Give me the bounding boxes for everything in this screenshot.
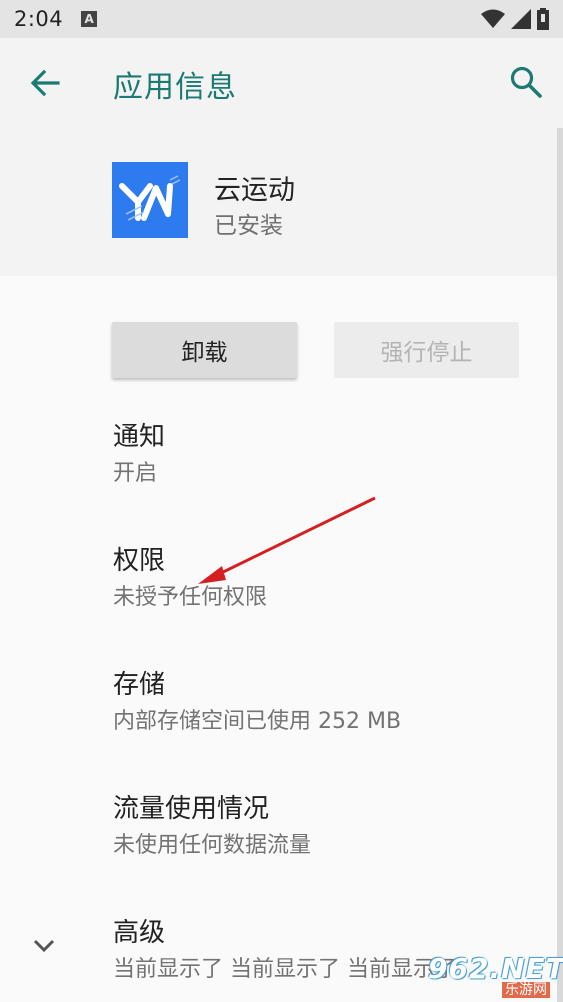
settings-item-permissions[interactable]: 权限 未授予任何权限 (113, 544, 267, 614)
force-stop-button[interactable]: 强行停止 (334, 322, 519, 378)
app-install-status: 已安装 (214, 213, 283, 239)
battery-icon (537, 8, 549, 30)
back-arrow-icon[interactable] (28, 66, 62, 100)
settings-item-advanced[interactable]: 高级 当前显示了 当前显示了 当前显示了 (113, 916, 457, 986)
setting-title: 高级 (113, 918, 166, 948)
status-icons (481, 8, 549, 30)
app-info-content: 卸载 强行停止 通知 开启 权限 未授予任何权限 存储 内部存储空间已使用 25… (0, 276, 557, 1002)
setting-summary: 开启 (113, 461, 158, 486)
page-title: 应用信息 (113, 70, 237, 105)
app-logo-icon (112, 162, 188, 238)
setting-summary: 未使用任何数据流量 (113, 833, 312, 858)
notification-a-icon: A (81, 11, 98, 27)
chevron-down-icon[interactable] (30, 936, 58, 956)
settings-item-notifications[interactable]: 通知 开启 (113, 420, 165, 490)
app-bar: 应用信息 (0, 38, 563, 128)
scrollbar[interactable] (557, 128, 563, 1002)
setting-summary: 内部存储空间已使用 252 MB (113, 709, 402, 734)
watermark-logo: 962.NET 乐游网 (428, 952, 563, 1000)
setting-summary: 未授予任何权限 (113, 585, 268, 610)
setting-title: 存储 (113, 670, 166, 700)
setting-title: 通知 (113, 422, 166, 452)
app-name: 云运动 (214, 175, 295, 206)
search-icon[interactable] (508, 64, 544, 100)
uninstall-button[interactable]: 卸载 (112, 322, 297, 378)
setting-title: 权限 (113, 546, 166, 576)
watermark-text: 962.NET (428, 952, 563, 985)
watermark-subtext: 乐游网 (502, 982, 550, 998)
app-header: 云运动 已安装 (0, 128, 557, 276)
wifi-icon (481, 9, 505, 29)
setting-summary: 当前显示了 当前显示了 当前显示了 (113, 957, 457, 982)
settings-item-storage[interactable]: 存储 内部存储空间已使用 252 MB (113, 668, 401, 738)
status-time: 2:04 (14, 7, 64, 31)
settings-item-data-usage[interactable]: 流量使用情况 未使用任何数据流量 (113, 792, 311, 862)
signal-icon (511, 9, 531, 29)
status-bar: 2:04 A (0, 0, 563, 38)
setting-title: 流量使用情况 (113, 794, 270, 824)
